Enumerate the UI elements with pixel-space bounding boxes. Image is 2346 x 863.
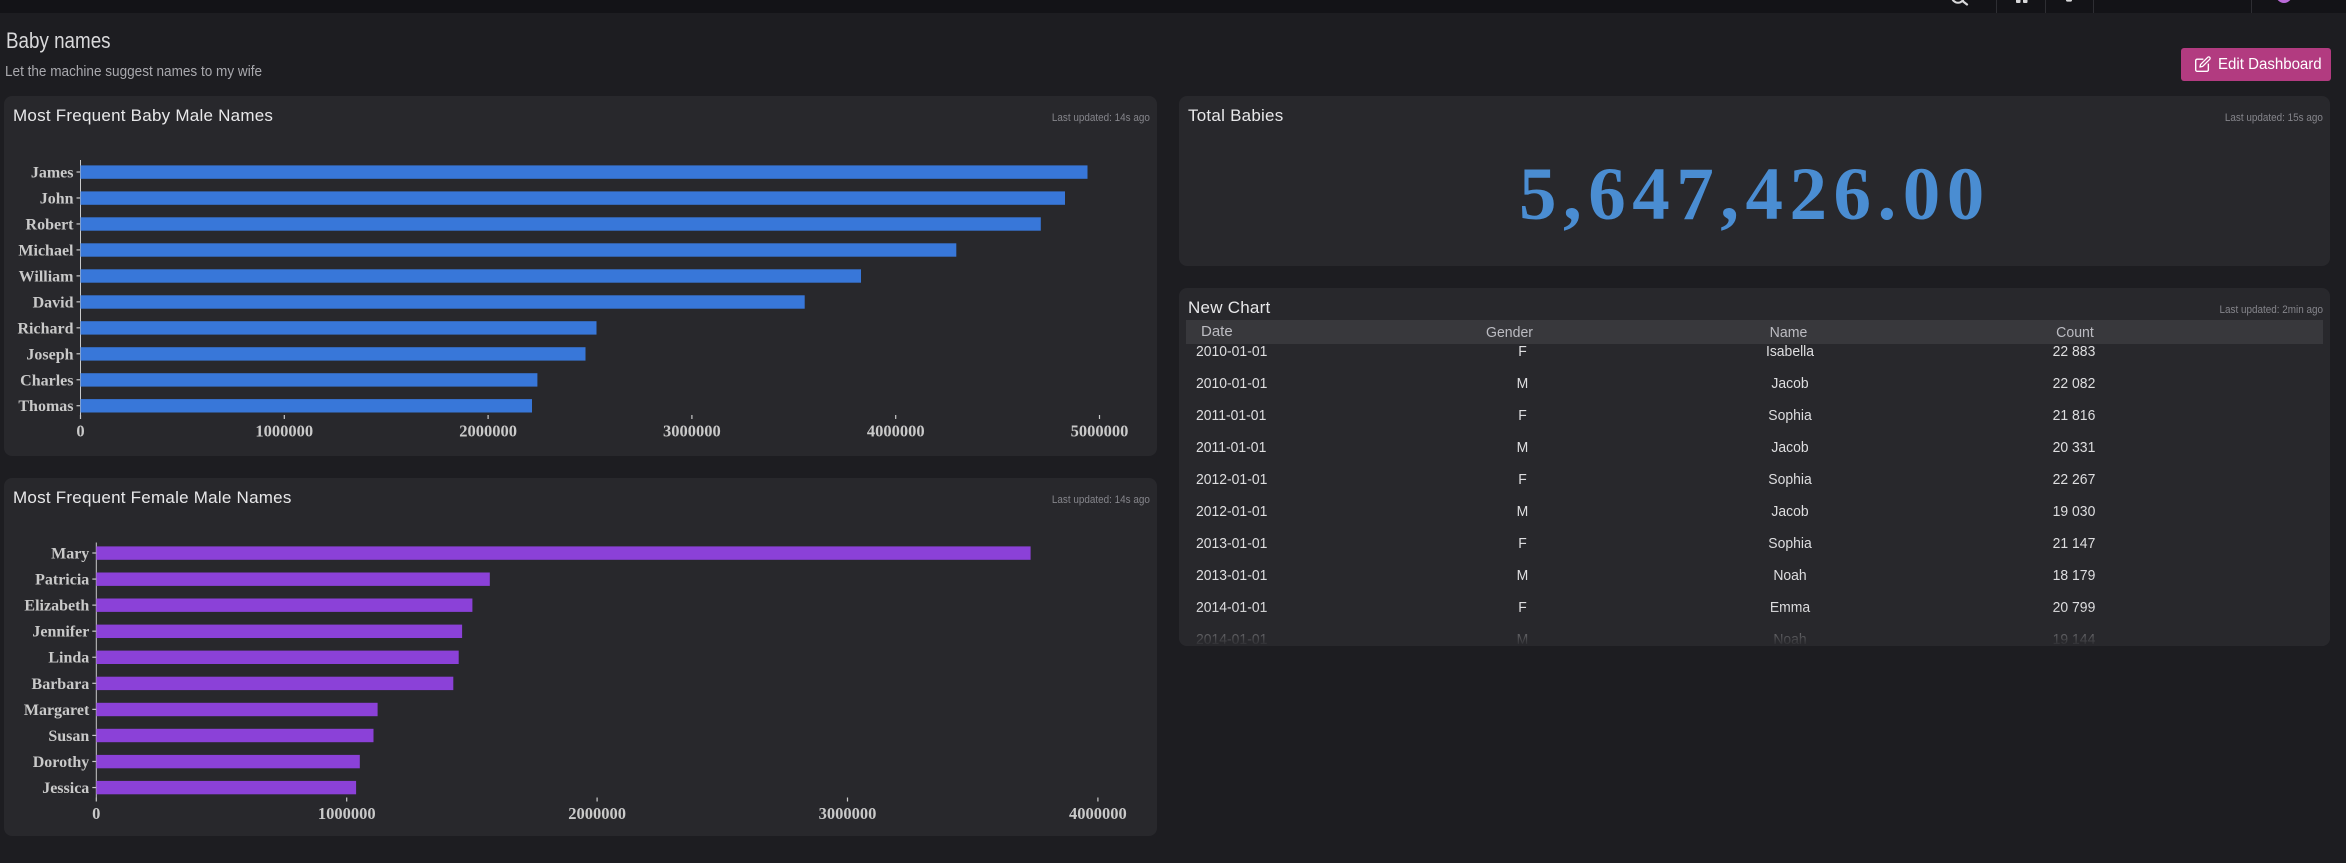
- svg-text:Jennifer: Jennifer: [32, 624, 89, 641]
- svg-text:Robert: Robert: [26, 216, 75, 233]
- svg-text:4000000: 4000000: [1069, 804, 1127, 823]
- svg-text:2000000: 2000000: [568, 804, 626, 823]
- svg-text:3000000: 3000000: [819, 804, 877, 823]
- svg-text:James: James: [31, 165, 74, 182]
- svg-text:David: David: [33, 294, 74, 311]
- svg-text:1000000: 1000000: [255, 422, 313, 441]
- svg-text:1000000: 1000000: [318, 804, 376, 823]
- svg-text:Mary: Mary: [51, 546, 89, 563]
- svg-text:Michael: Michael: [18, 242, 74, 259]
- svg-text:Richard: Richard: [18, 320, 74, 337]
- svg-text:Linda: Linda: [48, 650, 89, 667]
- svg-text:Barbara: Barbara: [32, 676, 90, 693]
- svg-text:Jessica: Jessica: [42, 780, 89, 797]
- svg-text:2000000: 2000000: [459, 422, 517, 441]
- svg-text:Charles: Charles: [20, 372, 73, 389]
- svg-text:0: 0: [76, 422, 84, 441]
- svg-text:4000000: 4000000: [867, 422, 925, 441]
- svg-text:Elizabeth: Elizabeth: [24, 598, 89, 615]
- svg-text:Dorothy: Dorothy: [33, 754, 90, 771]
- svg-text:John: John: [40, 190, 74, 207]
- svg-text:0: 0: [92, 804, 100, 823]
- svg-text:Margaret: Margaret: [24, 702, 90, 719]
- svg-text:5000000: 5000000: [1071, 422, 1129, 441]
- svg-text:Patricia: Patricia: [35, 572, 89, 589]
- svg-text:William: William: [19, 268, 74, 285]
- svg-text:3000000: 3000000: [663, 422, 721, 441]
- svg-text:Susan: Susan: [48, 728, 89, 745]
- svg-text:Joseph: Joseph: [26, 346, 73, 363]
- svg-text:Thomas: Thomas: [18, 398, 73, 415]
